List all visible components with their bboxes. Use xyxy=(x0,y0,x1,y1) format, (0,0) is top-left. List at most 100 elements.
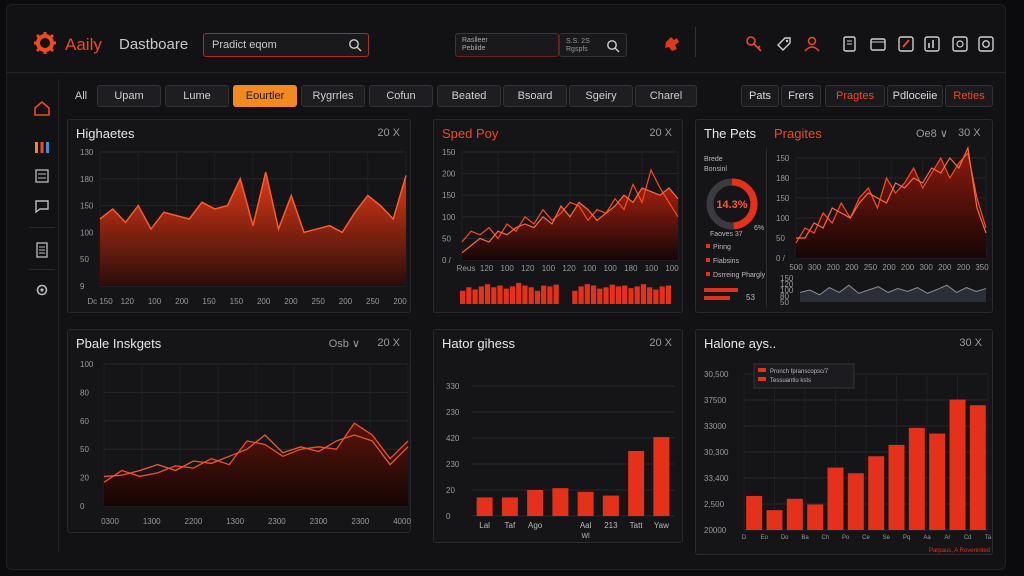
chat-icon[interactable] xyxy=(33,197,51,215)
mini-bar xyxy=(634,286,640,304)
tab-cofun[interactable]: Cofun xyxy=(369,85,433,107)
tab-bsoard[interactable]: Bsoard xyxy=(503,85,567,107)
chart-icon[interactable] xyxy=(923,35,941,53)
y-tick-label: 33,400 xyxy=(704,474,729,483)
search-icon[interactable] xyxy=(606,39,620,53)
x-tick-label: Wl xyxy=(582,533,591,540)
y-tick-label: 0 xyxy=(80,502,85,511)
puzzle-icon[interactable] xyxy=(663,35,681,53)
x-tick-label: 2300 xyxy=(268,517,286,526)
y-tick-label: 50 xyxy=(780,298,789,307)
image-icon[interactable] xyxy=(951,35,969,53)
y-tick-label: 20 xyxy=(446,486,455,495)
tab-pragtes[interactable]: Pragtes xyxy=(825,85,885,107)
bar xyxy=(653,437,670,516)
legend-swatch xyxy=(706,244,710,248)
y-tick-label: 37500 xyxy=(704,396,727,405)
bar xyxy=(868,456,885,530)
y-tick-label: 0 / xyxy=(776,254,786,263)
file-icon[interactable] xyxy=(33,241,51,259)
search-input[interactable]: Pradict eqom xyxy=(203,33,369,57)
tab-frers[interactable]: Frers xyxy=(781,85,821,107)
settings-icon[interactable] xyxy=(977,35,995,53)
tab-reties[interactable]: Reties xyxy=(945,85,993,107)
x-tick-label: 213 xyxy=(604,521,618,530)
x-tick-label: 200 xyxy=(938,263,952,272)
tab-rygrrles[interactable]: Rygrrles xyxy=(301,85,365,107)
x-tick-label: 100 xyxy=(583,264,597,273)
y-tick-label: 100 xyxy=(442,213,456,222)
legend-swatch xyxy=(706,258,710,262)
search-icon[interactable] xyxy=(348,38,362,52)
x-tick-label: 2300 xyxy=(310,517,328,526)
y-tick-label: 20000 xyxy=(704,526,727,535)
tab-pdloceiie[interactable]: Pdloceiie xyxy=(887,85,943,107)
mini-bar xyxy=(472,289,478,304)
bar xyxy=(527,490,544,516)
x-tick-label: Aal xyxy=(580,521,592,530)
tab-beated[interactable]: Beated xyxy=(437,85,501,107)
tab-charel[interactable]: Charel xyxy=(635,85,697,107)
mini-bar xyxy=(590,285,597,304)
x-tick-label: D xyxy=(742,535,747,541)
mini-bar xyxy=(597,288,603,304)
tab-lume[interactable]: Lume xyxy=(165,85,229,107)
donut-bottom-label: Faoves 37 xyxy=(710,231,743,238)
user-icon[interactable] xyxy=(803,35,821,53)
x-tick-label: 250 xyxy=(312,297,326,306)
x-tick-label: Cd xyxy=(964,535,972,541)
y-tick-label: 0 xyxy=(446,512,451,521)
tab-pats[interactable]: Pats xyxy=(741,85,779,107)
x-tick-label: 2300 xyxy=(351,517,369,526)
gear-icon[interactable] xyxy=(33,281,51,299)
y-tick-label: 150 xyxy=(442,191,456,200)
x-tick-label: 200 xyxy=(284,297,298,306)
y-tick-label: 50 xyxy=(80,445,89,454)
tag-icon[interactable] xyxy=(775,35,793,53)
y-tick-label: 33000 xyxy=(704,422,727,431)
bar xyxy=(929,433,946,530)
edit-icon[interactable] xyxy=(897,35,915,53)
secondary-combo[interactable]: S.S. 2S Rgspfs xyxy=(559,33,627,57)
legend-swatch xyxy=(758,368,766,372)
document-icon[interactable] xyxy=(841,35,859,53)
mini-bar xyxy=(491,287,497,304)
combo-line-2: Pebilde xyxy=(462,45,486,52)
filter-combo[interactable]: Raslleer Pebilde xyxy=(455,33,559,57)
legend-label: Tessuantiu ksts xyxy=(770,378,811,384)
app-name-accent: Aaily xyxy=(65,35,102,54)
tab-sgeiry[interactable]: Sgeiry xyxy=(569,85,633,107)
folder-icon[interactable] xyxy=(869,35,887,53)
tab-eourtler[interactable]: Eourtler xyxy=(233,85,297,107)
pets-panel: The Pets Pragites Oe8 ∨ 30 X Brede Bonsi… xyxy=(695,119,993,313)
home-icon[interactable] xyxy=(33,99,51,117)
legend-bar xyxy=(704,288,738,292)
y-tick-label: 150 xyxy=(442,148,456,157)
x-tick-label: 200 xyxy=(901,263,915,272)
list-icon[interactable] xyxy=(33,167,51,185)
tab-upam[interactable]: Upam xyxy=(97,85,161,107)
x-tick-label: Ta xyxy=(985,535,992,541)
bar xyxy=(888,444,905,530)
y-tick-label: 150 xyxy=(80,202,94,211)
key-icon[interactable] xyxy=(745,35,763,53)
mini-bar xyxy=(572,290,578,304)
dashboard-window: Aaily Dastboare Pradict eqom Raslleer Pe… xyxy=(6,4,1006,570)
bar-chart-icon[interactable] xyxy=(33,137,51,155)
mini-bar xyxy=(460,290,466,304)
x-tick-label: 0300 xyxy=(101,517,119,526)
divider xyxy=(695,27,696,57)
y-tick-label: 9 xyxy=(80,282,85,291)
combo2-line-2: Rgspfs xyxy=(566,46,588,53)
mini-bar xyxy=(547,286,553,304)
x-tick-label: 120 xyxy=(480,264,494,273)
tab-all[interactable]: All xyxy=(69,85,93,107)
x-tick-label: 120 xyxy=(121,297,135,306)
x-tick-label: Dc 150 xyxy=(87,297,113,306)
bar xyxy=(786,498,803,530)
bar xyxy=(476,497,493,516)
legend-box xyxy=(753,363,855,389)
halone-panel: Halone ays.. 30 X 30,500 37500 33000 30,300… xyxy=(695,329,993,555)
x-tick-label: Lal xyxy=(479,521,490,530)
highlights-area-chart: 130 180 150 100 50 9Dc 150 120 100 200 150 150 200 2… xyxy=(80,148,407,306)
